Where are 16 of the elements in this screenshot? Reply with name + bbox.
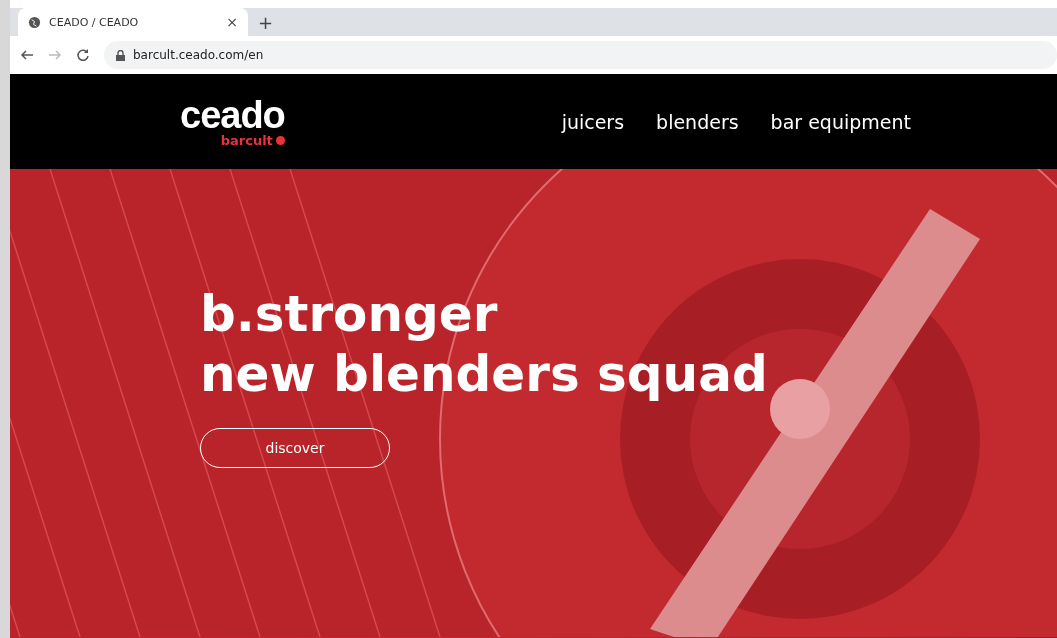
back-icon[interactable]: [20, 48, 34, 62]
lock-icon: [116, 49, 125, 61]
nav-link[interactable]: juicers: [561, 110, 625, 133]
browser-tab[interactable]: CEADO / CEADO ×: [18, 8, 248, 36]
logo-wordmark[interactable]: ceado: [180, 96, 285, 134]
close-tab-button[interactable]: ×: [226, 14, 238, 30]
tab-title: CEADO / CEADO: [49, 15, 140, 29]
address-bar[interactable]: barcult.ceado.com/en: [104, 41, 1057, 69]
logo-subtitle: barcult: [220, 134, 285, 147]
nav-link[interactable]: blenders: [656, 110, 739, 133]
dot-icon: [275, 136, 285, 145]
new-tab-button[interactable]: +: [258, 11, 274, 33]
reload-icon[interactable]: [76, 48, 90, 62]
hero-heading: b.stronger new blenders squad: [200, 284, 769, 404]
nav-link[interactable]: bar equipment: [770, 110, 911, 133]
url-text: barcult.ceado.com/en: [133, 48, 264, 62]
